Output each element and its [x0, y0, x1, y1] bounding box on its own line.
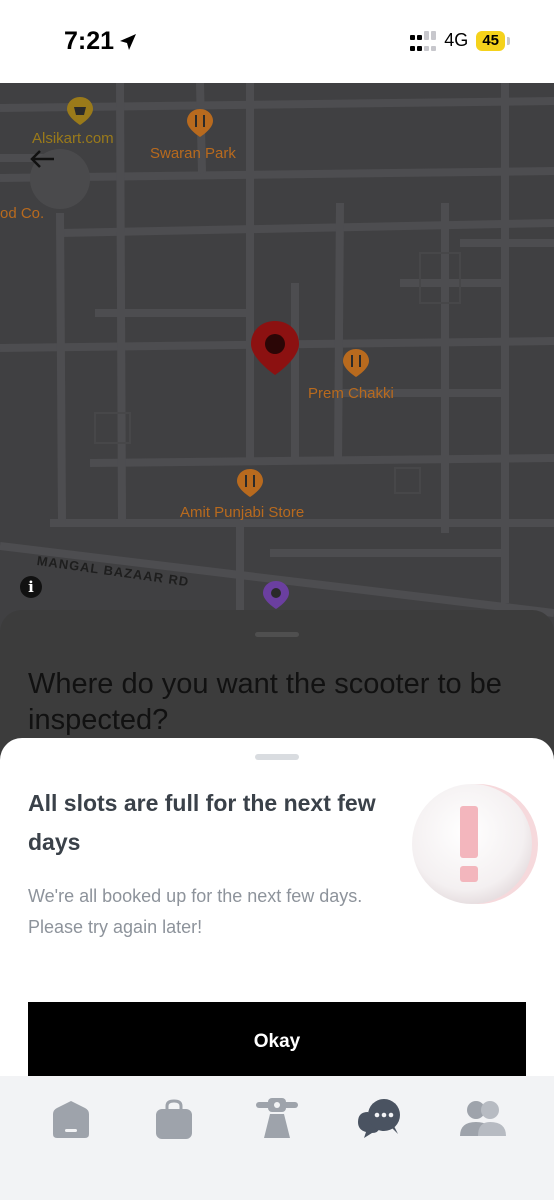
back-button[interactable] — [30, 149, 90, 209]
nav-scooter[interactable] — [247, 1094, 307, 1144]
modal-title: All slots are full for the next few days — [28, 790, 376, 855]
nav-home[interactable] — [41, 1094, 101, 1144]
status-indicators: 4G 45 — [410, 30, 510, 51]
chat-icon — [357, 1099, 400, 1138]
nav-profile[interactable] — [453, 1094, 513, 1144]
cellular-signal-icon — [410, 30, 437, 51]
place-label[interactable]: Amit Punjabi Store — [180, 504, 304, 521]
place-label[interactable]: Swaran Park — [150, 145, 236, 162]
location-pin-icon — [251, 321, 299, 375]
status-bar: 7:21 4G 45 — [0, 0, 554, 83]
alert-exclamation-icon — [412, 784, 538, 904]
location-arrow-icon — [120, 33, 137, 50]
time-label: 7:21 — [64, 27, 115, 55]
bottom-nav — [0, 1076, 554, 1200]
home-icon — [53, 1101, 90, 1138]
modal-message: We're all booked up for the next few day… — [28, 886, 363, 937]
shop-pin-icon[interactable] — [260, 579, 292, 611]
restaurant-pin-icon[interactable] — [340, 347, 372, 379]
network-label: 4G — [444, 30, 469, 50]
place-label[interactable]: Prem Chakki — [308, 385, 394, 402]
map-info-button[interactable]: i — [20, 576, 42, 598]
profile-icon — [459, 1101, 506, 1136]
okay-button[interactable]: Okay — [28, 1002, 526, 1082]
nav-bag[interactable] — [144, 1094, 204, 1144]
sheet-handle[interactable] — [255, 632, 299, 637]
modal-handle[interactable] — [255, 754, 299, 760]
map-view[interactable]: Alsikart.com Swaran Park od Co. Prem Cha… — [0, 83, 554, 643]
place-label[interactable]: od Co. — [0, 205, 44, 222]
place-label[interactable]: Alsikart.com — [32, 130, 114, 147]
sheet-title: Where do you want the scooter to be insp… — [28, 668, 502, 736]
nav-chat[interactable] — [350, 1094, 410, 1144]
status-time: 7:21 — [64, 27, 138, 56]
store-pin-icon[interactable] — [64, 95, 96, 127]
scooter-icon — [255, 1098, 298, 1138]
restaurant-pin-icon[interactable] — [234, 467, 266, 499]
battery-level: 45 — [476, 30, 505, 51]
battery-icon: 45 — [476, 30, 510, 51]
bag-icon — [156, 1099, 193, 1139]
restaurant-pin-icon[interactable] — [184, 107, 216, 139]
back-arrow-icon — [30, 150, 54, 168]
